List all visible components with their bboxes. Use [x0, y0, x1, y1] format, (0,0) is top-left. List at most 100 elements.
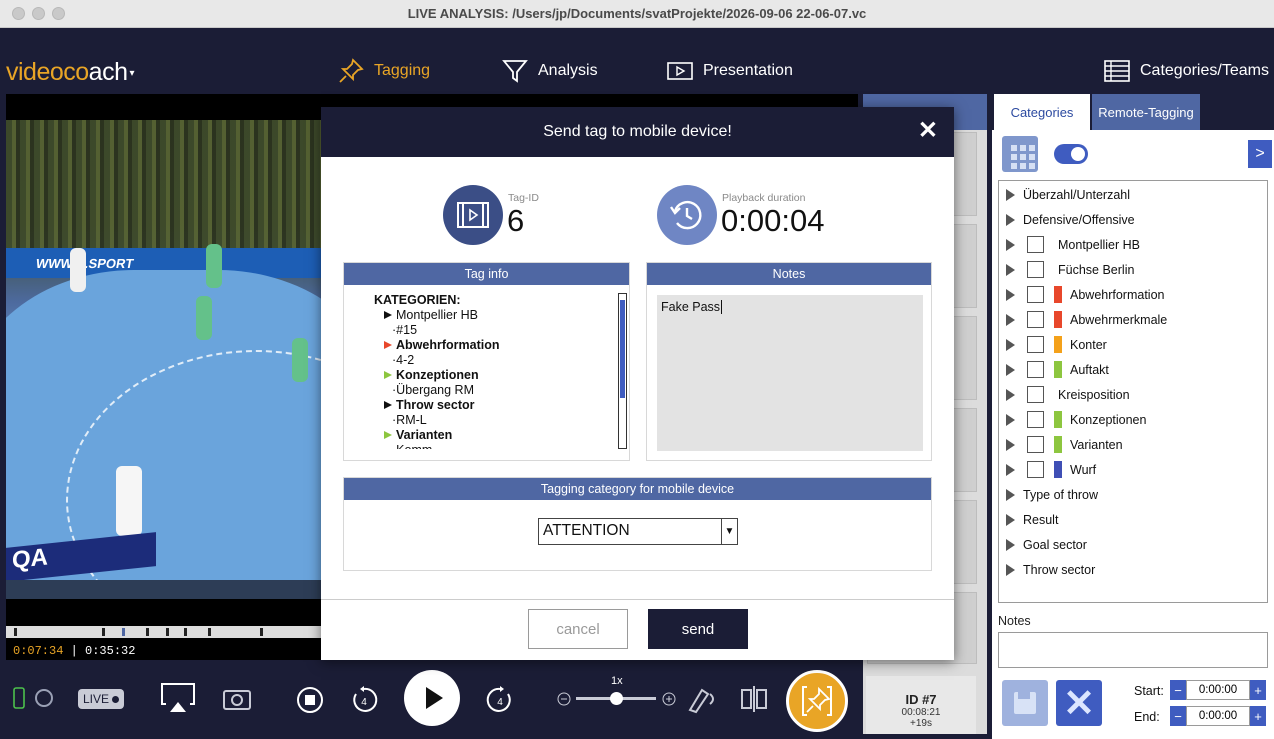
- category-row[interactable]: Füchse Berlin: [999, 257, 1267, 282]
- category-checkbox[interactable]: [1027, 461, 1044, 478]
- remote-signal-icon[interactable]: [12, 684, 58, 712]
- tab-presentation[interactable]: Presentation: [667, 56, 793, 86]
- category-checkbox[interactable]: [1027, 286, 1044, 303]
- expand-triangle-icon[interactable]: [1006, 188, 1015, 201]
- tag-id-badge: [443, 185, 503, 245]
- tag-card-id7[interactable]: ID #7 00:08:21 +19s: [866, 676, 976, 734]
- video-player[interactable]: WWW.N.SPORT QA: [6, 120, 322, 599]
- end-value[interactable]: 0:00:00: [1186, 706, 1250, 726]
- tag-offset: +19s: [910, 718, 932, 729]
- category-row[interactable]: Überzahl/Unterzahl: [999, 182, 1267, 207]
- start-value[interactable]: 0:00:00: [1186, 680, 1250, 700]
- category-row[interactable]: Montpellier HB: [999, 232, 1267, 257]
- category-color-swatch: [1054, 336, 1062, 353]
- forward-icon[interactable]: 4: [486, 686, 514, 714]
- category-row[interactable]: Abwehrmerkmale: [999, 307, 1267, 332]
- airplay-icon[interactable]: [160, 682, 196, 714]
- notes-textarea[interactable]: Fake Pass: [657, 295, 923, 451]
- tab-remote-tagging[interactable]: Remote-Tagging: [1092, 94, 1200, 130]
- expand-panel-button[interactable]: >: [1248, 140, 1272, 168]
- notes-input[interactable]: [998, 632, 1268, 668]
- expand-triangle-icon[interactable]: [1006, 513, 1015, 526]
- expand-triangle-icon[interactable]: [1006, 388, 1015, 401]
- playback-duration-badge: [657, 185, 717, 245]
- category-row[interactable]: Konter: [999, 332, 1267, 357]
- end-stepper[interactable]: − 0:00:00 +: [1170, 706, 1266, 726]
- expand-triangle-icon[interactable]: [1006, 213, 1015, 226]
- screenshot-icon[interactable]: [222, 685, 252, 713]
- expand-triangle-icon[interactable]: [1006, 538, 1015, 551]
- tag-info-line: Montpellier HB: [372, 308, 612, 323]
- expand-triangle-icon[interactable]: [1006, 263, 1015, 276]
- start-plus-button[interactable]: +: [1250, 680, 1266, 700]
- expand-triangle-icon[interactable]: [1006, 238, 1015, 251]
- expand-triangle-icon[interactable]: [1006, 563, 1015, 576]
- live-button[interactable]: LIVE: [78, 689, 124, 709]
- grid-view-button[interactable]: [1002, 136, 1038, 172]
- video-player-figure: [292, 338, 308, 382]
- categories-toggle[interactable]: [1054, 144, 1088, 164]
- speed-plus-icon[interactable]: [662, 692, 676, 706]
- expand-triangle-icon[interactable]: [1006, 413, 1015, 426]
- category-row[interactable]: Konzeptionen: [999, 407, 1267, 432]
- expand-triangle-icon[interactable]: [1006, 338, 1015, 351]
- category-row[interactable]: Goal sector: [999, 532, 1267, 557]
- category-checkbox[interactable]: [1027, 311, 1044, 328]
- quick-tag-button[interactable]: [786, 670, 848, 732]
- expand-triangle-icon[interactable]: [1006, 288, 1015, 301]
- video-timecode: 0:07:34 | 0:35:32: [6, 641, 321, 660]
- play-button[interactable]: [404, 670, 460, 726]
- category-row[interactable]: Wurf: [999, 457, 1267, 482]
- speed-slider[interactable]: [576, 692, 656, 705]
- speed-minus-icon[interactable]: [557, 692, 571, 706]
- expand-triangle-icon[interactable]: [1006, 488, 1015, 501]
- tab-analysis[interactable]: Analysis: [502, 56, 598, 86]
- category-checkbox[interactable]: [1027, 386, 1044, 403]
- cancel-button[interactable]: cancel: [528, 609, 628, 649]
- category-row[interactable]: Abwehrformation: [999, 282, 1267, 307]
- dialog-close-button[interactable]: ✕: [918, 119, 938, 143]
- rewind-icon[interactable]: 4: [350, 686, 378, 714]
- category-row[interactable]: Result: [999, 507, 1267, 532]
- video-timeline[interactable]: [6, 626, 321, 638]
- tag-info-scrollbar[interactable]: [618, 293, 627, 449]
- category-row[interactable]: Varianten: [999, 432, 1267, 457]
- start-stepper[interactable]: − 0:00:00 +: [1170, 680, 1266, 700]
- expand-triangle-icon[interactable]: [1006, 463, 1015, 476]
- expand-triangle-icon[interactable]: [1006, 438, 1015, 451]
- category-row[interactable]: Defensive/Offensive: [999, 207, 1267, 232]
- category-label: Abwehrmerkmale: [1070, 312, 1168, 327]
- category-row[interactable]: Throw sector: [999, 557, 1267, 582]
- category-checkbox[interactable]: [1027, 236, 1044, 253]
- category-checkbox[interactable]: [1027, 411, 1044, 428]
- tab-categories[interactable]: Categories: [994, 94, 1090, 130]
- send-button[interactable]: send: [648, 609, 748, 649]
- mobile-category-select[interactable]: ATTENTION ▼: [538, 518, 738, 545]
- start-minus-button[interactable]: −: [1170, 680, 1186, 700]
- stop-icon[interactable]: [296, 686, 324, 714]
- tab-categories-teams[interactable]: Categories/Teams: [1104, 56, 1269, 86]
- triangle-icon: [384, 371, 392, 379]
- delete-button[interactable]: ✕: [1056, 680, 1102, 726]
- split-view-icon[interactable]: [740, 686, 768, 712]
- tab-tagging[interactable]: Tagging: [338, 56, 430, 86]
- end-minus-button[interactable]: −: [1170, 706, 1186, 726]
- category-checkbox[interactable]: [1027, 261, 1044, 278]
- category-label: Montpellier HB: [1058, 237, 1140, 252]
- category-row[interactable]: Auftakt: [999, 357, 1267, 382]
- save-button[interactable]: [1002, 680, 1048, 726]
- expand-triangle-icon[interactable]: [1006, 313, 1015, 326]
- category-checkbox[interactable]: [1027, 436, 1044, 453]
- list-icon: [1104, 60, 1130, 82]
- end-plus-button[interactable]: +: [1250, 706, 1266, 726]
- tag-info-line: Abwehrformation: [372, 338, 612, 353]
- category-row[interactable]: Type of throw: [999, 482, 1267, 507]
- category-row[interactable]: Kreisposition: [999, 382, 1267, 407]
- expand-triangle-icon[interactable]: [1006, 363, 1015, 376]
- app-logo[interactable]: videocoach ▾: [6, 58, 134, 87]
- video-floor: [6, 580, 322, 599]
- category-checkbox[interactable]: [1027, 336, 1044, 353]
- category-checkbox[interactable]: [1027, 361, 1044, 378]
- audio-marker-icon[interactable]: [686, 684, 720, 714]
- presentation-icon: [667, 62, 693, 80]
